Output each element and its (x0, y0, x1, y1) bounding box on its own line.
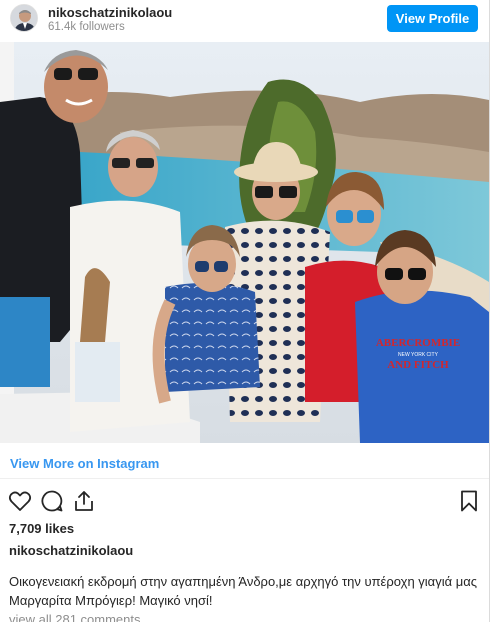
caption-username[interactable]: nikoschatzinikolaou (9, 543, 133, 558)
bookmark-icon[interactable] (457, 489, 481, 513)
follower-count: 61.4k followers (48, 21, 125, 33)
view-more-link[interactable]: View More on Instagram (10, 456, 159, 471)
avatar[interactable] (10, 4, 38, 32)
shirt-print-line2: NEW YORK CITY (398, 352, 439, 358)
shirt-print-line1: ABERCROMBIE (376, 337, 460, 349)
view-comments-link[interactable]: view all 281 comments (9, 612, 141, 622)
shirt-print-line3: AND FITCH (387, 359, 449, 371)
post-header: nikoschatzinikolaou 61.4k followers View… (0, 0, 489, 42)
post-caption: Οικογενειακή εκδρομή στην αγαπημένη Άνδρ… (9, 574, 477, 608)
comment-icon[interactable] (40, 489, 64, 513)
view-profile-button[interactable]: View Profile (387, 5, 478, 32)
heart-icon[interactable] (8, 489, 32, 513)
like-count[interactable]: 7,709 likes (9, 521, 74, 536)
post-photo[interactable]: ABERCROMBIE NEW YORK CITY AND FITCH (0, 42, 489, 443)
divider (0, 478, 489, 479)
header-username[interactable]: nikoschatzinikolaou (48, 5, 172, 20)
share-icon[interactable] (72, 489, 96, 513)
